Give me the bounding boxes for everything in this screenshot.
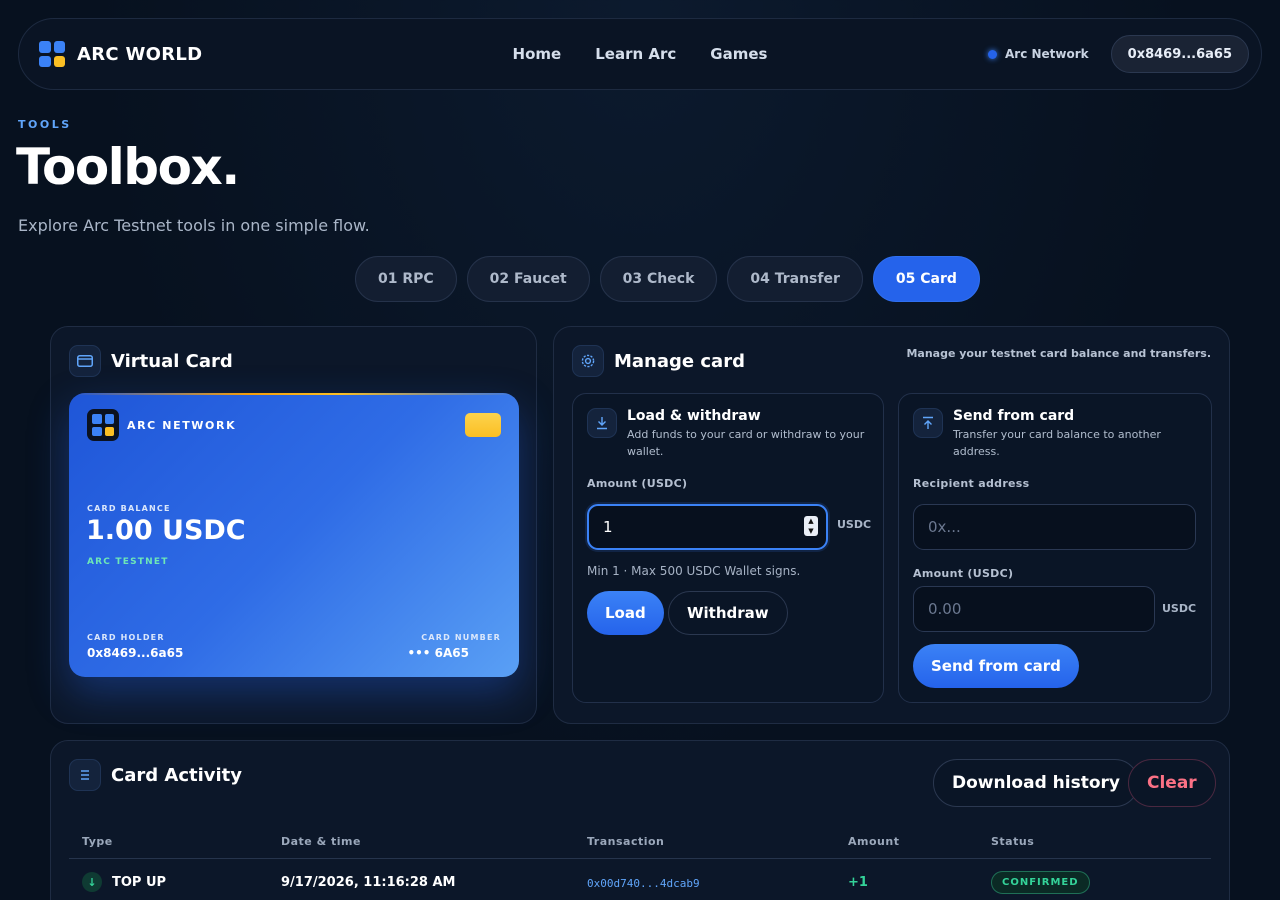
- credit-card-icon: [69, 345, 101, 377]
- network-name: Arc Network: [1005, 47, 1089, 61]
- list-icon: [69, 759, 101, 791]
- top-nav: ARC WORLD Home Learn Arc Games Arc Netwo…: [18, 18, 1262, 90]
- column-date: Date & time: [281, 835, 361, 848]
- load-withdraw-section: Load & withdraw Add funds to your card o…: [572, 393, 884, 703]
- tab-card[interactable]: 05 Card: [872, 256, 980, 302]
- network-indicator[interactable]: Arc Network: [988, 47, 1089, 61]
- nav-links: Home Learn Arc Games: [513, 45, 768, 63]
- card-chain: ARC TESTNET: [87, 557, 169, 567]
- load-amount-label: Amount (USDC): [587, 477, 688, 490]
- nav-right: Arc Network 0x8469...6a65: [988, 35, 1249, 73]
- send-from-card-title: Send from card: [953, 408, 1075, 424]
- send-from-card-section: Send from card Transfer your card balanc…: [898, 393, 1212, 703]
- wallet-button[interactable]: 0x8469...6a65: [1110, 35, 1249, 73]
- gear-icon: [572, 345, 604, 377]
- send-amount-unit: USDC: [1162, 602, 1197, 615]
- load-withdraw-header: Load & withdraw Add funds to your card o…: [587, 408, 867, 460]
- load-amount-hint: Min 1 · Max 500 USDC Wallet signs.: [587, 564, 801, 578]
- manage-card-header: Manage card: [572, 345, 745, 377]
- brand-name: ARC WORLD: [77, 43, 203, 65]
- manage-card-note: Manage your testnet card balance and tra…: [906, 347, 1211, 360]
- virtual-card: ARC NETWORK CARD BALANCE 1.00 USDC ARC T…: [69, 393, 519, 677]
- section-eyebrow: TOOLS: [18, 118, 72, 131]
- card-holder-label: CARD HOLDER: [87, 633, 165, 642]
- row-type-cell: ↓ TOP UP: [82, 872, 166, 892]
- virtual-card-panel: Virtual Card ARC NETWORK CARD BALANCE 1.…: [50, 326, 537, 724]
- tab-transfer[interactable]: 04 Transfer: [727, 256, 863, 302]
- row-date: 9/17/2026, 11:16:28 AM: [281, 875, 456, 890]
- column-transaction: Transaction: [587, 835, 665, 848]
- card-balance-label: CARD BALANCE: [87, 504, 171, 513]
- row-amount: +1: [848, 875, 868, 890]
- card-number: ••• 6A65: [407, 646, 469, 660]
- card-activity-title: Card Activity: [111, 764, 243, 786]
- column-status: Status: [991, 835, 1035, 848]
- virtual-card-header: Virtual Card: [69, 345, 233, 377]
- card-holder: 0x8469...6a65: [87, 646, 184, 660]
- amount-stepper-icon[interactable]: ▲ ▼: [804, 516, 818, 536]
- card-activity-panel: Card Activity Download history Clear Typ…: [50, 740, 1230, 900]
- clear-button[interactable]: Clear: [1128, 759, 1216, 807]
- recipient-label: Recipient address: [913, 477, 1030, 490]
- card-number-label: CARD NUMBER: [421, 633, 501, 642]
- virtual-card-title: Virtual Card: [111, 350, 233, 372]
- load-withdraw-title: Load & withdraw: [627, 408, 761, 424]
- row-type: TOP UP: [112, 874, 167, 890]
- card-balance: 1.00 USDC: [86, 515, 246, 546]
- send-from-card-header: Send from card Transfer your card balanc…: [913, 408, 1193, 460]
- arc-logo-icon: [39, 41, 65, 67]
- card-chip-icon: [465, 413, 501, 437]
- tab-faucet[interactable]: 02 Faucet: [466, 256, 590, 302]
- tab-rpc[interactable]: 01 RPC: [355, 256, 457, 302]
- send-amount-input[interactable]: [913, 586, 1155, 632]
- send-amount-label: Amount (USDC): [913, 567, 1014, 580]
- page-subtitle: Explore Arc Testnet tools in one simple …: [18, 216, 370, 235]
- arrow-down-icon: ↓: [82, 872, 102, 892]
- table-header-divider: [69, 858, 1211, 859]
- column-amount: Amount: [848, 835, 900, 848]
- column-type: Type: [82, 835, 113, 848]
- manage-card-title: Manage card: [614, 350, 745, 372]
- download-history-button[interactable]: Download history: [933, 759, 1139, 807]
- recipient-address-input[interactable]: [913, 504, 1196, 550]
- tool-tabs: 01 RPC 02 Faucet 03 Check 04 Transfer 05…: [355, 256, 980, 302]
- load-amount-wrapper: ▲▼: [587, 504, 828, 550]
- nav-link-home[interactable]: Home: [513, 45, 562, 63]
- manage-card-panel: Manage card Manage your testnet card bal…: [553, 326, 1230, 724]
- upload-arrow-icon: [913, 408, 943, 438]
- card-activity-header: Card Activity: [69, 759, 242, 791]
- status-badge: CONFIRMED: [991, 871, 1090, 894]
- tab-check[interactable]: 03 Check: [599, 256, 718, 302]
- page-title: Toolbox.: [16, 138, 240, 196]
- nav-link-games[interactable]: Games: [710, 45, 767, 63]
- load-amount-unit: USDC: [837, 518, 872, 531]
- load-withdraw-desc: Add funds to your card or withdraw to yo…: [627, 428, 865, 458]
- row-transaction-link[interactable]: 0x00d740...4dcab9: [587, 877, 700, 890]
- network-status-dot-icon: [988, 49, 997, 59]
- brand[interactable]: ARC WORLD: [39, 41, 202, 67]
- load-button[interactable]: Load: [587, 591, 664, 635]
- send-from-card-button[interactable]: Send from card: [913, 644, 1079, 688]
- send-from-card-desc: Transfer your card balance to another ad…: [953, 428, 1161, 458]
- download-arrow-icon: [587, 408, 617, 438]
- withdraw-button[interactable]: Withdraw: [668, 591, 788, 635]
- card-logo-icon: [87, 409, 119, 441]
- load-amount-input[interactable]: [587, 504, 828, 550]
- nav-link-learn-arc[interactable]: Learn Arc: [595, 45, 676, 63]
- card-network: ARC NETWORK: [127, 419, 237, 432]
